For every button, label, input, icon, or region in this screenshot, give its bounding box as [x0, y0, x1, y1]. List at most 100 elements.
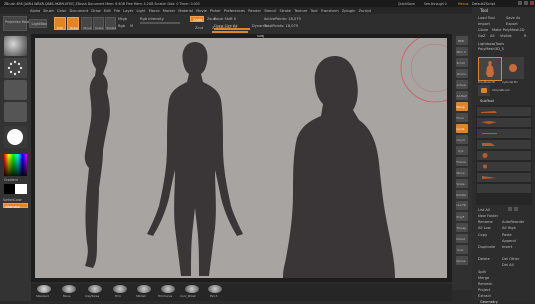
menu-movie[interactable]: Movie — [196, 9, 207, 13]
menu-light[interactable]: Light — [137, 9, 146, 13]
secondary-color-swatch[interactable] — [15, 184, 27, 194]
del-all-button[interactable]: Del All — [502, 263, 514, 267]
close-icon[interactable] — [530, 1, 534, 5]
save-as-button[interactable]: Save As — [506, 16, 520, 20]
projection-master-button[interactable]: Projection Master — [3, 16, 33, 31]
subtool-row[interactable] — [477, 107, 531, 116]
menu-render[interactable]: Render — [248, 9, 261, 13]
insert-button[interactable]: Insert — [502, 245, 512, 249]
m-button[interactable]: M — [130, 24, 133, 28]
menu-zplugin[interactable]: Zplugin — [342, 9, 356, 13]
menu-document[interactable]: Document — [70, 9, 89, 13]
menus-button[interactable]: Menus — [458, 2, 468, 6]
switch-color-button[interactable]: SwitchColor — [3, 198, 22, 202]
list-all-button[interactable]: List All — [478, 208, 490, 212]
lightbox-button[interactable]: LightBox — [29, 19, 47, 28]
subtool-row[interactable] — [477, 118, 531, 127]
alpha-thumbnail[interactable] — [4, 80, 27, 100]
rename-button[interactable]: Rename — [478, 220, 493, 224]
edit-button[interactable]: Edit — [54, 17, 66, 30]
bpr-button[interactable]: BPR — [456, 36, 468, 45]
shelf-scale-button[interactable]: Scale — [456, 179, 468, 188]
actual-button[interactable]: Actual — [456, 80, 468, 89]
export-button[interactable]: Export — [506, 22, 518, 26]
duplicate-button[interactable]: Duplicate — [478, 245, 495, 249]
persp-button[interactable]: Persp — [456, 102, 468, 111]
subtool-row[interactable] — [477, 151, 531, 160]
append-button[interactable]: Append — [502, 239, 516, 243]
shelf-rotate-button[interactable]: Rotate — [456, 190, 468, 199]
solo-button[interactable]: Solo — [456, 245, 468, 254]
tool-thumb-simplebrush[interactable] — [478, 85, 490, 96]
spix-button[interactable]: SPix 3 — [456, 47, 468, 56]
subtool-row[interactable] — [477, 140, 531, 149]
menu-macro[interactable]: Macro — [149, 9, 160, 13]
lsym-button[interactable]: LSym — [456, 135, 468, 144]
all-button[interactable]: All — [490, 34, 494, 38]
menu-picker[interactable]: Picker — [210, 9, 221, 13]
draw-button[interactable]: Draw — [67, 17, 79, 30]
lightbox-tools-button[interactable]: Lightbox▸Tools — [478, 42, 504, 46]
alternate-button[interactable]: Alternate — [3, 203, 28, 209]
project-button[interactable]: Project — [478, 288, 490, 292]
merge-button[interactable]: Merge — [478, 276, 489, 280]
pinch-brush-icon[interactable] — [208, 285, 222, 293]
curv-polish-brush-icon[interactable] — [185, 285, 199, 293]
menu-preferences[interactable]: Preferences — [224, 9, 245, 13]
focal-shift-slider[interactable]: Focal Shift 0 — [214, 17, 236, 21]
clone-button[interactable]: Clone — [478, 28, 488, 32]
claytubes-brush-icon[interactable] — [88, 285, 102, 293]
make-polymesh-button[interactable]: Make PolyMesh3D — [492, 28, 525, 32]
all-high-button[interactable]: All High — [502, 226, 516, 230]
extract-button[interactable]: Extract — [478, 294, 491, 298]
menu-marker[interactable]: Marker — [163, 9, 175, 13]
del-other-button[interactable]: Del Other — [502, 257, 519, 261]
menu-material[interactable]: Material — [178, 9, 193, 13]
menu-color[interactable]: Color — [57, 9, 66, 13]
zcut-button[interactable]: Zcut — [195, 26, 203, 30]
brush-pinch[interactable]: Pinch — [210, 294, 218, 298]
minimize-icon[interactable] — [518, 1, 522, 5]
delete-button[interactable]: Delete — [478, 257, 490, 261]
menu-layer[interactable]: Layer — [123, 9, 133, 13]
trimcurve-brush-icon[interactable] — [161, 285, 175, 293]
mrgb-button[interactable]: Mrgb — [118, 17, 127, 21]
arrow-up-icon[interactable] — [508, 207, 512, 211]
auto-reorder-button[interactable]: AutoReorder — [502, 220, 524, 224]
aahalf-button[interactable]: AAHalf — [456, 91, 468, 100]
color-picker[interactable] — [4, 154, 27, 176]
brush-hpolish[interactable]: hPolish — [136, 294, 146, 298]
gradient-label[interactable]: Gradient — [4, 178, 18, 182]
stroke-thumbnail[interactable] — [4, 58, 27, 78]
brush-thumbnail[interactable] — [4, 36, 27, 56]
move-brush-icon[interactable] — [62, 285, 76, 293]
document-canvas[interactable]: SUBJ — [35, 34, 447, 278]
tool-thumb-polymesh[interactable] — [478, 57, 502, 81]
copy-button[interactable]: Copy — [478, 233, 487, 237]
quicksave-button[interactable]: QuickSave — [398, 2, 415, 6]
main-color-swatch[interactable] — [4, 184, 15, 194]
tool-thumb-cylinder[interactable] — [502, 57, 524, 79]
floor-button[interactable]: Floor — [456, 113, 468, 122]
subtool-row[interactable] — [477, 129, 531, 138]
menu-zscript[interactable]: Zscript — [359, 9, 371, 13]
brush-curv-polish[interactable]: Curv_Polish — [180, 294, 196, 298]
texture-thumbnail[interactable] — [4, 102, 27, 122]
arrow-down-icon[interactable] — [514, 207, 518, 211]
subtool-header[interactable]: SubTool — [480, 99, 494, 103]
shelf-move-button[interactable]: Move — [456, 168, 468, 177]
frame-button[interactable]: Frame — [456, 157, 468, 166]
default-script-button[interactable]: DefaultZScript — [472, 2, 495, 6]
subtool-row[interactable] — [477, 162, 531, 171]
xpose-button[interactable]: Xpose — [456, 256, 468, 265]
local-button[interactable]: Local — [456, 124, 468, 133]
z-intensity-track[interactable] — [212, 31, 248, 33]
all-low-button[interactable]: All Low — [478, 226, 491, 230]
brush-move[interactable]: Move — [63, 294, 71, 298]
menu-tool[interactable]: Tool — [311, 9, 318, 13]
remesh-button[interactable]: Remesh — [478, 282, 492, 286]
move-button[interactable]: Move — [81, 17, 92, 30]
new-folder-button[interactable]: New Folder — [478, 214, 498, 218]
menu-file[interactable]: File — [114, 9, 120, 13]
zadd-button[interactable]: Zadd — [190, 16, 204, 22]
